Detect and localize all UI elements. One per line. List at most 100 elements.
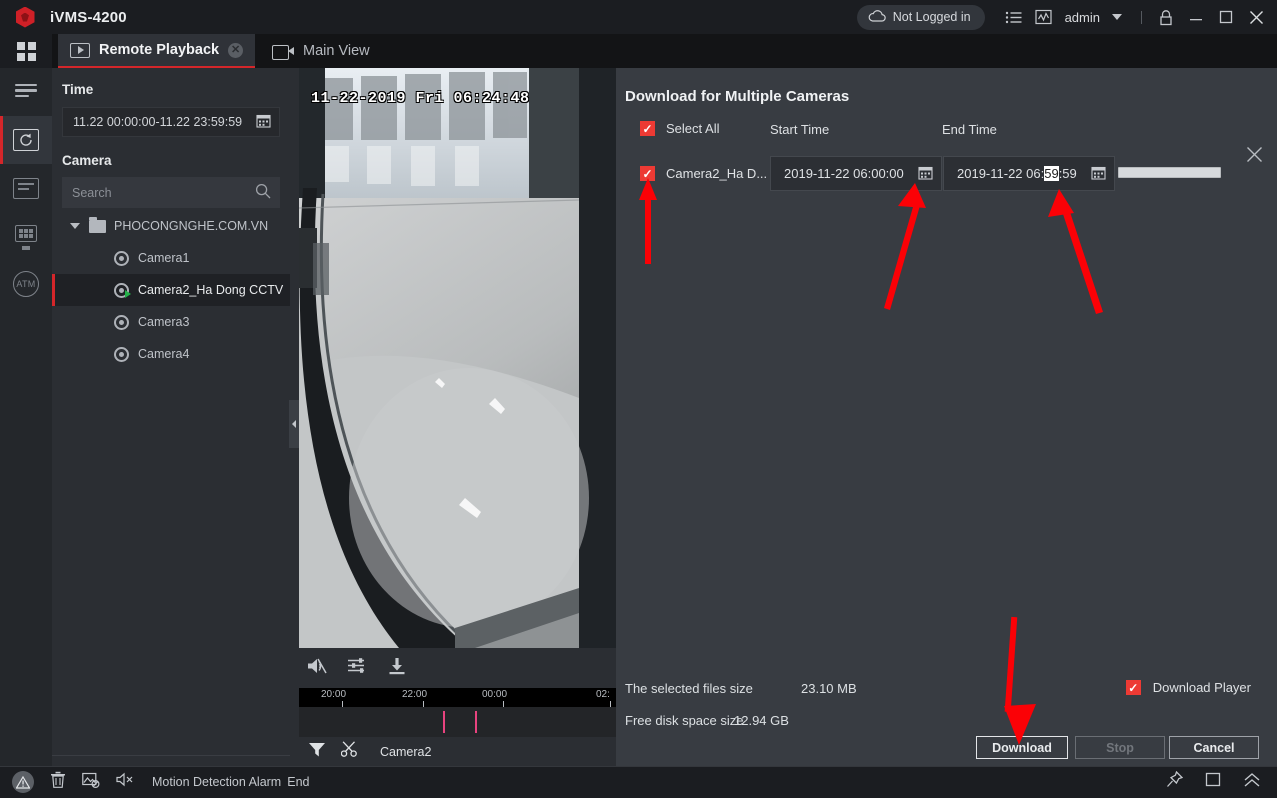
search-icon[interactable] <box>255 183 271 202</box>
timeline-camera-label: Camera2 <box>380 744 432 759</box>
rail-item-device-management[interactable] <box>0 212 52 260</box>
timeline-footer: Camera2 <box>299 737 616 766</box>
camera-search-input[interactable]: Search <box>62 177 280 208</box>
selected-files-size-label: The selected files size <box>625 681 753 696</box>
start-time-input[interactable]: 2019-11-22 06:00:00 <box>770 156 942 191</box>
select-all-checkbox[interactable] <box>640 121 655 136</box>
dialog-title: Download for Multiple Cameras <box>625 88 850 105</box>
minimize-icon[interactable] <box>1181 0 1211 34</box>
download-dialog: Download for Multiple Cameras Select All… <box>616 68 1277 766</box>
status-message-suffix: End <box>287 775 310 789</box>
camera-dot-icon <box>114 314 129 330</box>
playback-rewind-icon <box>13 129 39 151</box>
tree-item-camera3[interactable]: Camera3 <box>52 306 290 338</box>
calendar-icon[interactable] <box>918 165 933 183</box>
rail-item-remote-playback[interactable] <box>0 116 52 164</box>
time-section-label: Time <box>62 82 94 97</box>
list-icon[interactable] <box>999 0 1029 34</box>
tab-remote-playback[interactable]: Remote Playback ✕ <box>58 34 256 68</box>
timeline-track[interactable] <box>299 707 616 737</box>
video-preview[interactable]: 11-22-2019 Fri 06:24:48 <box>299 68 616 648</box>
login-status-label: Not Logged in <box>892 10 971 24</box>
camera-row-select[interactable]: Camera2_Ha D... <box>640 166 767 181</box>
scissors-icon[interactable] <box>340 741 358 762</box>
select-all-control[interactable]: Select All <box>640 121 719 136</box>
titlebar-right-controls: Not Logged in admin <box>856 0 1277 34</box>
ivms-application-window: iVMS-4200 Not Logged in admin Remote Pla… <box>0 0 1277 798</box>
device-panel-icon <box>15 225 37 250</box>
download-icon[interactable] <box>388 657 406 680</box>
timeline-event-marker <box>443 711 445 733</box>
free-disk-space-label: Free disk space size <box>625 713 744 728</box>
tree-item-label: Camera1 <box>138 251 190 265</box>
end-time-selected-segment[interactable]: 59 <box>1044 166 1059 181</box>
grid-apps-icon[interactable] <box>0 34 52 68</box>
login-status-button[interactable]: Not Logged in <box>856 4 985 30</box>
download-progress-bar <box>1118 167 1221 178</box>
chevron-down-icon[interactable] <box>1102 0 1132 34</box>
camera-dot-playing-icon <box>114 282 131 298</box>
close-icon[interactable] <box>1241 0 1271 34</box>
camera-row-checkbox[interactable] <box>640 166 655 181</box>
window-icon[interactable] <box>1205 772 1221 792</box>
pin-icon[interactable] <box>1166 770 1184 793</box>
trash-icon[interactable] <box>50 771 66 793</box>
chart-icon[interactable] <box>1029 0 1059 34</box>
panel-collapse-handle[interactable] <box>289 400 299 448</box>
left-icon-rail: ATM <box>0 68 52 766</box>
stop-button: Stop <box>1075 736 1165 759</box>
speaker-muted-icon[interactable] <box>116 772 134 792</box>
close-circle-icon[interactable]: ✕ <box>228 42 244 58</box>
alarm-triangle-icon[interactable] <box>12 771 34 793</box>
app-logo <box>0 6 50 28</box>
time-range-input[interactable]: 11.22 00:00:00-11.22 23:59:59 <box>62 107 280 137</box>
hamburger-icon <box>15 83 37 101</box>
maximize-icon[interactable] <box>1211 0 1241 34</box>
download-player-control[interactable]: Download Player <box>1125 680 1251 695</box>
caret-down-icon[interactable] <box>70 223 80 229</box>
camera-dot-icon <box>114 250 129 266</box>
tab-label: Remote Playback <box>99 42 220 58</box>
tree-item-camera1[interactable]: Camera1 <box>52 242 290 274</box>
tree-item-camera2[interactable]: Camera2_Ha Dong CCTV <box>52 274 290 306</box>
free-disk-space-value: 12.94 GB <box>734 713 789 728</box>
speaker-muted-icon[interactable] <box>307 657 327 680</box>
calendar-icon[interactable] <box>256 113 271 131</box>
chevrons-up-icon[interactable] <box>1243 772 1261 793</box>
video-toolbar <box>299 648 616 688</box>
rail-item-menu[interactable] <box>0 68 52 116</box>
rail-item-event-log[interactable] <box>0 164 52 212</box>
download-button[interactable]: Download <box>976 736 1068 759</box>
status-bar: Motion Detection Alarm End <box>0 766 1277 798</box>
timeline-tick: 02: <box>596 689 610 700</box>
left-panel-divider <box>52 755 290 756</box>
tree-root-phocongnghe[interactable]: PHOCONGNGHE.COM.VN <box>52 210 290 242</box>
timeline-ruler[interactable]: 20:00 22:00 00:00 02: <box>299 688 616 707</box>
hikvision-hex-logo-icon <box>15 6 35 28</box>
end-time-suffix: :59 <box>1058 166 1077 181</box>
camera-row-label: Camera2_Ha D... <box>666 166 768 181</box>
download-player-label: Download Player <box>1152 680 1251 695</box>
user-name[interactable]: admin <box>1059 10 1102 25</box>
download-player-checkbox[interactable] <box>1125 680 1141 695</box>
start-time-value: 2019-11-22 06:00:00 <box>784 166 904 181</box>
image-off-icon[interactable] <box>82 772 100 793</box>
dialog-column-headers: Select All Start Time End Time <box>616 121 1277 151</box>
divider <box>0 766 1277 767</box>
cancel-button[interactable]: Cancel <box>1169 736 1259 759</box>
tree-item-camera4[interactable]: Camera4 <box>52 338 290 370</box>
tree-item-label: Camera3 <box>138 315 190 329</box>
divider <box>1141 10 1142 24</box>
lock-icon[interactable] <box>1151 0 1181 34</box>
left-panel: Time 11.22 00:00:00-11.22 23:59:59 Camer… <box>52 68 290 766</box>
tab-main-view[interactable]: Main View <box>260 34 382 68</box>
column-header-end-time: End Time <box>942 122 997 137</box>
end-time-input[interactable]: 2019-11-22 06: 59:59 <box>943 156 1115 191</box>
tab-bar: Remote Playback ✕ Main View <box>0 34 1277 68</box>
timeline-event-marker <box>475 711 477 733</box>
calendar-icon[interactable] <box>1091 165 1106 183</box>
search-placeholder: Search <box>72 185 112 200</box>
rail-item-atm[interactable]: ATM <box>0 260 52 308</box>
funnel-icon[interactable] <box>309 742 325 762</box>
sliders-icon[interactable] <box>348 657 367 679</box>
